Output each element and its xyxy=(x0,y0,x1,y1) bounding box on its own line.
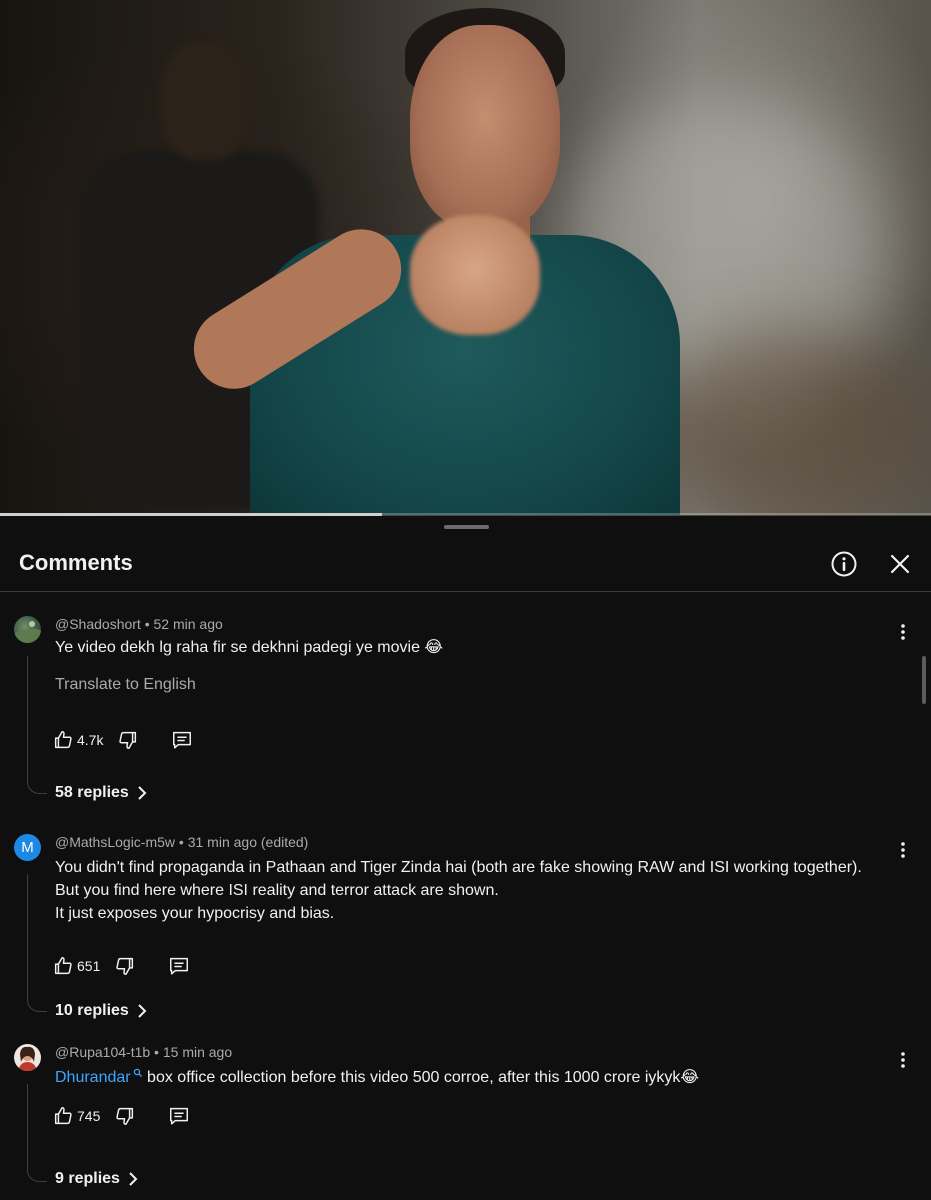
comment-actions: 745 xyxy=(52,1104,190,1128)
replies-label: 58 replies xyxy=(55,784,129,801)
avatar[interactable] xyxy=(14,1044,41,1071)
hashtag-link[interactable]: Dhurandar xyxy=(55,1068,143,1086)
like-icon[interactable] xyxy=(52,729,74,751)
header-divider xyxy=(0,591,931,592)
info-icon xyxy=(831,551,857,577)
presenter-face xyxy=(410,25,560,230)
dislike-icon[interactable] xyxy=(114,1105,136,1127)
smoke-effect xyxy=(650,330,930,515)
comment-meta: @MathsLogic-m5w • 31 min ago (edited) xyxy=(55,834,309,850)
thread-line xyxy=(27,656,47,794)
replies-label: 10 replies xyxy=(55,1002,129,1019)
avatar-image xyxy=(18,1046,37,1071)
avatar[interactable]: M xyxy=(14,834,41,861)
avatar-image xyxy=(14,621,41,643)
avatar[interactable] xyxy=(14,616,41,643)
dislike-icon[interactable] xyxy=(117,729,139,751)
more-vert-icon xyxy=(901,624,905,640)
comment-meta: @Rupa104-t1b • 15 min ago xyxy=(55,1044,233,1060)
comment-actions: 4.7k xyxy=(52,728,193,752)
comment-actions: 651 xyxy=(52,954,190,978)
more-button[interactable] xyxy=(896,840,910,860)
comment-line: box office collection before this video … xyxy=(142,1069,700,1086)
comment-meta: @Shadoshort • 52 min ago xyxy=(55,616,223,632)
scrollbar[interactable] xyxy=(922,656,926,704)
drag-handle[interactable] xyxy=(444,525,489,529)
chevron-right-icon xyxy=(138,1004,147,1018)
like-count: 651 xyxy=(77,958,101,974)
like-count: 4.7k xyxy=(77,732,104,748)
comment-line: But you find here where ISI reality and … xyxy=(55,882,499,899)
comment-line: It just exposes your hypocrisy and bias. xyxy=(55,905,335,922)
thread-line xyxy=(27,874,47,1012)
comments-panel: Comments @Shadoshort • 52 min ago Ye vid… xyxy=(0,516,931,1200)
like-count: 745 xyxy=(77,1108,101,1124)
video-player[interactable] xyxy=(0,0,931,515)
dislike-icon[interactable] xyxy=(114,955,136,977)
more-button[interactable] xyxy=(896,1050,910,1070)
comment-author[interactable]: @Rupa104-t1b xyxy=(55,1044,150,1060)
comments-header: Comments xyxy=(0,540,931,592)
comment-line: Ye video dekh lg raha fir se dekhni pade… xyxy=(55,639,444,656)
close-button[interactable] xyxy=(886,550,914,578)
more-vert-icon xyxy=(901,842,905,858)
hashtag-label: Dhurandar xyxy=(55,1069,131,1086)
comment-text: You didn't find propaganda in Pathaan an… xyxy=(55,856,862,925)
reply-icon[interactable] xyxy=(171,729,193,751)
chevron-right-icon xyxy=(129,1172,138,1186)
more-vert-icon xyxy=(901,1052,905,1068)
comments-title: Comments xyxy=(19,550,133,575)
comment-author[interactable]: @MathsLogic-m5w xyxy=(55,834,175,850)
comment-age: 15 min ago xyxy=(162,1044,233,1060)
like-icon[interactable] xyxy=(52,955,74,977)
view-replies-button[interactable]: 9 replies xyxy=(55,1170,138,1188)
comment-age: 52 min ago xyxy=(153,616,223,632)
chevron-right-icon xyxy=(138,786,147,800)
reply-icon[interactable] xyxy=(168,1105,190,1127)
like-icon[interactable] xyxy=(52,1105,74,1127)
thread-line xyxy=(27,1084,47,1182)
more-button[interactable] xyxy=(896,622,910,642)
reply-icon[interactable] xyxy=(168,955,190,977)
info-button[interactable] xyxy=(830,550,858,578)
presenter-hand xyxy=(410,215,540,335)
comment-text: Dhurandar box office collection before t… xyxy=(55,1066,699,1089)
search-tag-icon xyxy=(133,1068,142,1077)
comment-text: Ye video dekh lg raha fir se dekhni pade… xyxy=(55,636,443,659)
comment-line: You didn't find propaganda in Pathaan an… xyxy=(55,859,862,876)
view-replies-button[interactable]: 58 replies xyxy=(55,784,147,802)
comment-age: 31 min ago (edited) xyxy=(187,834,309,850)
translate-button[interactable]: Translate to English xyxy=(55,676,196,694)
replies-label: 9 replies xyxy=(55,1170,120,1187)
avatar-letter: M xyxy=(21,839,34,856)
presenter xyxy=(178,0,680,515)
comment-author[interactable]: @Shadoshort xyxy=(55,616,141,632)
view-replies-button[interactable]: 10 replies xyxy=(55,1002,147,1020)
close-icon xyxy=(890,554,910,574)
